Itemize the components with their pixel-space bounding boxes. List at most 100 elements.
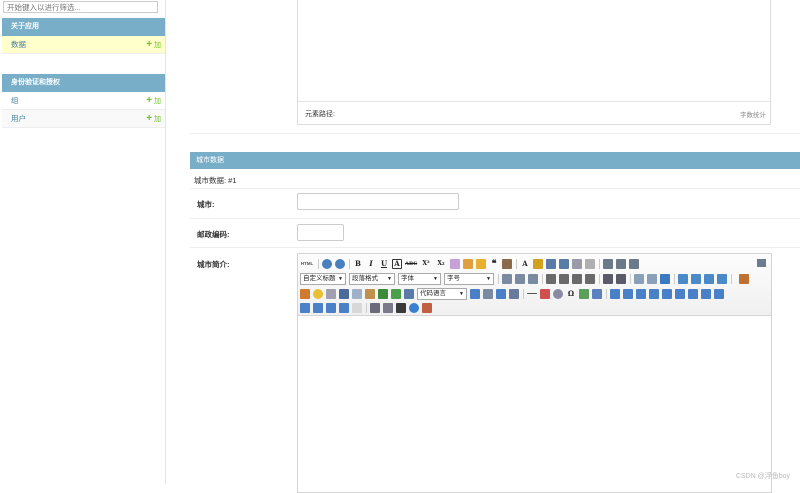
delete-col-icon[interactable]	[688, 288, 698, 299]
drafts-icon[interactable]	[422, 302, 432, 313]
merge-down-icon[interactable]	[300, 302, 310, 313]
blockquote-icon[interactable]: ❝	[489, 259, 499, 269]
preview-icon[interactable]	[383, 302, 393, 313]
bold-icon[interactable]: B	[353, 259, 363, 269]
charts-icon[interactable]	[352, 302, 362, 313]
sidebar-item-label[interactable]: 组	[11, 96, 19, 105]
align-justify-icon[interactable]	[585, 273, 595, 284]
sidebar-item-label[interactable]: 用户	[11, 114, 26, 123]
module-caption-auth[interactable]: 身份验证和授权	[2, 74, 165, 92]
strikethrough-icon[interactable]: ABC	[405, 259, 417, 269]
add-data-link[interactable]: + 加	[146, 36, 161, 55]
rtl-icon[interactable]	[515, 273, 525, 284]
rich-text-editor[interactable]: HTML B I U A ABC X² X₂ ❝ A 自定义标题 ▼ 段落格式 …	[297, 253, 772, 493]
ltr-icon[interactable]	[502, 273, 512, 284]
merge-right-icon[interactable]	[714, 288, 724, 299]
insert-paragraph-before-table-icon[interactable]	[636, 288, 646, 299]
align-center-icon[interactable]	[559, 273, 569, 284]
template-icon[interactable]	[496, 288, 506, 299]
add-group-link[interactable]: + 加	[146, 92, 161, 111]
sidebar-item-group[interactable]: 组 + 加	[2, 92, 165, 110]
wordimage-icon[interactable]	[579, 288, 589, 299]
clear-doc-icon[interactable]	[585, 258, 595, 269]
special-chars-icon[interactable]: Ω	[566, 289, 576, 299]
module-caption-app[interactable]: 关于应用	[2, 18, 165, 36]
image-left-icon[interactable]	[691, 273, 701, 284]
sidebar-item-label[interactable]: 数据	[11, 40, 26, 49]
delete-row-icon[interactable]	[662, 288, 672, 299]
autotypeset-icon[interactable]	[476, 258, 486, 269]
custom-title-select[interactable]: 自定义标题 ▼	[300, 272, 346, 285]
time-icon[interactable]	[553, 288, 563, 299]
font-border-icon[interactable]: A	[392, 258, 402, 269]
line-height-icon[interactable]	[629, 258, 639, 269]
insert-row-icon[interactable]	[649, 288, 659, 299]
font-family-select[interactable]: 字体 ▼	[398, 272, 441, 285]
map-icon[interactable]	[378, 288, 388, 299]
code-language-select[interactable]: 代码语言 ▼	[417, 287, 467, 300]
split-to-cells-icon[interactable]	[313, 302, 323, 313]
paragraph-select[interactable]: 段落格式 ▼	[349, 272, 395, 285]
select-all-icon[interactable]	[572, 258, 582, 269]
paste-plain-icon[interactable]	[502, 258, 512, 269]
anchor-icon[interactable]	[660, 273, 670, 284]
search-icon[interactable]	[396, 302, 406, 313]
simple-upload-icon[interactable]	[739, 273, 749, 284]
horizontal-line-icon[interactable]	[527, 293, 537, 294]
date-icon[interactable]	[540, 288, 550, 299]
gmap-icon[interactable]	[391, 288, 401, 299]
superscript-icon[interactable]: X²	[420, 259, 432, 269]
music-icon[interactable]	[352, 288, 362, 299]
back-color-icon[interactable]	[533, 258, 543, 269]
merge-cells-icon[interactable]	[701, 288, 711, 299]
help-icon[interactable]	[409, 302, 419, 313]
emotion-icon[interactable]	[313, 288, 323, 299]
row-spacing-top-icon[interactable]	[603, 258, 613, 269]
align-right-icon[interactable]	[572, 273, 582, 284]
font-color-icon[interactable]: A	[520, 259, 530, 269]
insert-image-icon[interactable]	[300, 288, 310, 299]
page-break-icon[interactable]	[483, 288, 493, 299]
search-replace-icon[interactable]	[592, 288, 602, 299]
image-none-icon[interactable]	[678, 273, 688, 284]
fullscreen-icon[interactable]	[757, 259, 766, 267]
split-to-rows-icon[interactable]	[326, 302, 336, 313]
redo-icon[interactable]	[335, 258, 345, 269]
subscript-icon[interactable]: X₂	[435, 259, 447, 269]
insert-frame-icon[interactable]	[404, 288, 414, 299]
city-input[interactable]	[297, 193, 459, 210]
source-html-icon[interactable]: HTML	[300, 259, 314, 269]
font-size-select[interactable]: 字号 ▼	[444, 272, 494, 285]
insert-table-icon[interactable]	[610, 288, 620, 299]
unordered-list-icon[interactable]	[559, 258, 569, 269]
ordered-list-icon[interactable]	[546, 258, 556, 269]
align-left-icon[interactable]	[546, 273, 556, 284]
to-lowercase-icon[interactable]	[616, 273, 626, 284]
insert-code-icon[interactable]	[470, 288, 480, 299]
sidebar-item-data[interactable]: 数据 + 加	[2, 36, 165, 54]
image-right-icon[interactable]	[704, 273, 714, 284]
to-uppercase-icon[interactable]	[603, 273, 613, 284]
split-to-cols-icon[interactable]	[339, 302, 349, 313]
attachment-icon[interactable]	[365, 288, 375, 299]
zip-input[interactable]	[297, 224, 344, 241]
scrawl-icon[interactable]	[326, 288, 336, 299]
remove-format-icon[interactable]	[450, 258, 460, 269]
italic-icon[interactable]: I	[366, 259, 376, 269]
row-spacing-bottom-icon[interactable]	[616, 258, 626, 269]
sidebar-filter-input[interactable]	[3, 1, 158, 13]
image-center-icon[interactable]	[717, 273, 727, 284]
format-match-icon[interactable]	[463, 258, 473, 269]
insert-video-icon[interactable]	[339, 288, 349, 299]
delete-table-icon[interactable]	[623, 288, 633, 299]
upper-editor-frame[interactable]: 元素路径: 字数统计	[297, 0, 771, 125]
underline-icon[interactable]: U	[379, 259, 389, 269]
add-user-link[interactable]: + 加	[146, 110, 161, 129]
print-icon[interactable]	[370, 302, 380, 313]
sidebar-item-user[interactable]: 用户 + 加	[2, 110, 165, 128]
indent-icon[interactable]	[528, 273, 538, 284]
unlink-icon[interactable]	[647, 273, 657, 284]
background-icon[interactable]	[509, 288, 519, 299]
insert-col-icon[interactable]	[675, 288, 685, 299]
undo-icon[interactable]	[322, 258, 332, 269]
